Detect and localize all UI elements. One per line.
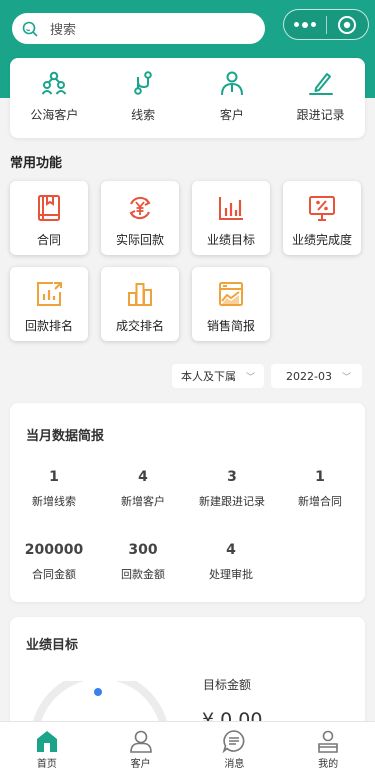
performance-target-title: 业绩目标: [26, 638, 79, 653]
header-bar: 搜索: [0, 0, 375, 56]
quick-item-public-customers[interactable]: 公海客户: [10, 58, 99, 138]
func-label: 成交排名: [115, 319, 164, 333]
yen-refresh-icon: [129, 196, 151, 220]
performance-target-card: 业绩目标 目标金额 ¥ 0.00: [10, 617, 365, 737]
quick-item-label: 跟进记录: [296, 108, 345, 122]
monthly-brief-card: 当月数据简报 1 新增线索 4 新增客户 3 新建跟进记录 1 新增合同 200…: [10, 403, 365, 602]
quick-item-follow-up[interactable]: 跟进记录: [276, 58, 365, 138]
report-chart-icon: [219, 282, 243, 306]
pen-record-icon: [308, 73, 333, 95]
tab-profile[interactable]: 我的: [281, 722, 375, 770]
tab-label: 我的: [318, 759, 339, 770]
search-placeholder: 搜索: [50, 23, 77, 38]
func-button-actual-payment[interactable]: 实际回款: [101, 181, 179, 255]
stat-label: 回款金额: [121, 568, 165, 581]
target-amount-label: 目标金额: [203, 678, 252, 692]
stat-value: 4: [138, 469, 148, 485]
func-label: 业绩完成度: [291, 233, 352, 247]
func-button-payment-ranking[interactable]: 回款排名: [10, 267, 88, 341]
stat-new-leads[interactable]: 1 新增线索: [10, 469, 98, 510]
quick-item-leads[interactable]: 线索: [99, 58, 188, 138]
search-bar[interactable]: 搜索: [12, 13, 265, 44]
func-label: 销售简报: [206, 319, 255, 333]
func-button-completion[interactable]: 业绩完成度: [283, 181, 361, 255]
stat-label: 新增线索: [32, 495, 76, 508]
more-dots-icon[interactable]: [284, 10, 326, 39]
scope-filter-value: 本人及下属: [181, 370, 236, 383]
func-button-contract[interactable]: 合同: [10, 181, 88, 255]
bottom-tab-bar: 首页 客户 消息 我的: [0, 721, 375, 770]
people-group-icon: [42, 71, 67, 95]
quick-item-customers[interactable]: 客户: [188, 58, 277, 138]
stat-value: 200000: [24, 542, 84, 558]
quick-entry-card: 公海客户 线索 客户 跟进记录: [10, 58, 365, 138]
stat-label: 新增合同: [298, 495, 342, 508]
target-circle-icon[interactable]: [327, 10, 368, 39]
stat-value: 300: [128, 542, 158, 558]
ranking-export-icon: [37, 282, 62, 306]
func-label: 合同: [36, 233, 61, 247]
tab-label: 消息: [224, 759, 245, 770]
func-label: 回款排名: [24, 319, 73, 333]
chevron-down-icon: ﹀: [246, 372, 256, 383]
person-icon: [220, 71, 243, 96]
stat-label: 新建跟进记录: [199, 495, 265, 508]
message-icon: [222, 730, 245, 753]
stat-contract-amount[interactable]: 200000 合同金额: [10, 542, 98, 583]
tab-messages[interactable]: 消息: [188, 722, 282, 770]
stat-label: 新增客户: [121, 495, 165, 508]
customer-icon: [129, 730, 152, 753]
stat-payment-amount[interactable]: 300 回款金额: [99, 542, 187, 583]
search-icon: [22, 21, 38, 36]
tab-customer[interactable]: 客户: [94, 722, 188, 770]
func-button-sales-report[interactable]: 销售简报: [192, 267, 270, 341]
stat-value: 1: [49, 469, 59, 485]
bars-ranking-icon: [128, 283, 152, 306]
stat-new-contracts[interactable]: 1 新增合同: [276, 469, 364, 510]
func-label: 实际回款: [115, 233, 164, 247]
monthly-brief-title: 当月数据简报: [26, 429, 105, 444]
stat-label: 合同金额: [32, 568, 76, 581]
stat-value: 1: [315, 469, 325, 485]
stat-value: 3: [227, 469, 237, 485]
route-icon: [134, 71, 152, 95]
bar-chart-icon: [219, 197, 243, 220]
stat-new-customers[interactable]: 4 新增客户: [99, 469, 187, 510]
quick-item-label: 线索: [131, 108, 156, 122]
section-title-common-functions: 常用功能: [10, 156, 63, 171]
chevron-down-icon: ﹀: [341, 372, 351, 383]
scope-filter-dropdown[interactable]: 本人及下属 ﹀: [172, 364, 264, 388]
month-filter-value: 2022-03: [286, 369, 332, 383]
tab-label: 客户: [130, 759, 151, 770]
quick-item-label: 客户: [219, 108, 244, 122]
tab-label: 首页: [36, 759, 57, 770]
stat-approvals[interactable]: 4 处理审批: [187, 542, 275, 583]
home-icon: [36, 731, 57, 752]
contract-book-icon: [38, 195, 60, 221]
profile-icon: [318, 730, 338, 753]
stat-value: 4: [226, 542, 236, 558]
stat-new-follow-ups[interactable]: 3 新建跟进记录: [196, 469, 268, 510]
func-button-deal-ranking[interactable]: 成交排名: [101, 267, 179, 341]
month-filter-dropdown[interactable]: 2022-03 ﹀: [271, 364, 362, 388]
stat-label: 处理审批: [209, 568, 253, 581]
tab-home[interactable]: 首页: [0, 722, 94, 770]
quick-item-label: 公海客户: [30, 108, 79, 122]
miniprogram-capsule: [283, 9, 369, 40]
percent-monitor-icon: [309, 196, 335, 221]
func-button-performance-target[interactable]: 业绩目标: [192, 181, 270, 255]
func-label: 业绩目标: [206, 233, 255, 247]
